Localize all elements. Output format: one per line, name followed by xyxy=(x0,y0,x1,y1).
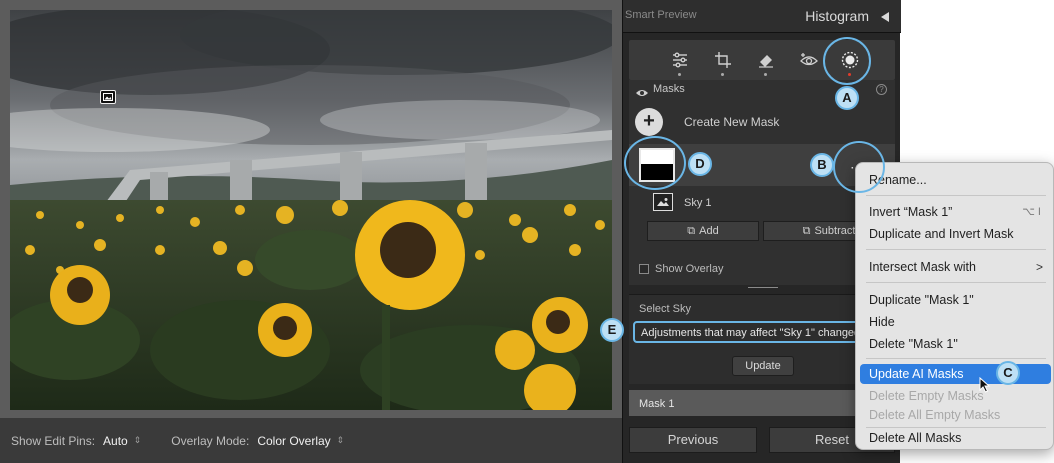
crop-icon[interactable] xyxy=(713,50,733,70)
menu-item-hide[interactable]: Hide xyxy=(856,312,1054,332)
collapse-triangle-icon[interactable] xyxy=(881,12,889,22)
show-overlay-label: Show Overlay xyxy=(655,263,724,275)
menu-item-label: Intersect Mask with xyxy=(869,260,976,274)
edit-sliders-icon[interactable] xyxy=(670,50,690,70)
menu-item-label: Duplicate and Invert Mask xyxy=(869,227,1014,241)
callout-badge-d: D xyxy=(688,152,712,176)
show-overlay-checkbox[interactable] xyxy=(639,264,649,274)
healing-eraser-icon[interactable] xyxy=(756,50,776,70)
chevron-right-icon: > xyxy=(1035,260,1043,274)
callout-badge-e: E xyxy=(600,318,624,342)
red-eye-icon[interactable] xyxy=(799,50,819,70)
update-button[interactable]: Update xyxy=(732,356,794,376)
callout-badge-b: B xyxy=(810,153,834,177)
photo-preview[interactable] xyxy=(10,10,612,410)
smart-preview-label: Smart Preview xyxy=(625,9,697,21)
add-button[interactable]: ⧉ Add xyxy=(647,221,759,241)
menu-item-delete-all-empty-masks[interactable]: Delete All Empty Masks xyxy=(856,405,1054,425)
updown-arrows-icon[interactable]: ⇕ xyxy=(134,435,142,446)
edit-pin-icon[interactable] xyxy=(100,90,116,104)
previous-button[interactable]: Previous xyxy=(629,427,757,453)
menu-item-label: Delete "Mask 1" xyxy=(869,337,958,351)
show-edit-pins-dropdown[interactable]: Auto xyxy=(103,434,128,448)
mask-context-menu: Rename... Invert “Mask 1” ⌥ I Duplicate a… xyxy=(855,162,1054,450)
screenshot-root: Show Edit Pins: Auto ⇕ Overlay Mode: Col… xyxy=(0,0,1054,463)
overlay-mode-dropdown[interactable]: Color Overlay xyxy=(257,434,330,448)
sky-component-icon xyxy=(653,193,673,211)
masks-title: Masks xyxy=(653,83,685,95)
histogram-title[interactable]: Histogram xyxy=(805,8,869,24)
select-sky-title: Select Sky xyxy=(639,303,691,315)
menu-item-rename[interactable]: Rename... xyxy=(856,170,1054,190)
menu-separator xyxy=(866,249,1046,250)
subtract-label: Subtract xyxy=(814,225,856,237)
histogram-header: Smart Preview Histogram xyxy=(623,0,901,33)
adjustments-changed-notice: Adjustments that may affect "Sky 1" chan… xyxy=(633,321,859,343)
menu-item-label: Update AI Masks xyxy=(869,367,964,381)
menu-item-label: Duplicate "Mask 1" xyxy=(869,293,974,307)
create-new-mask-row[interactable]: + Create New Mask xyxy=(629,106,895,138)
updown-arrows-icon[interactable]: ⇕ xyxy=(337,435,345,446)
add-label: Add xyxy=(699,225,719,237)
menu-item-label: Invert “Mask 1” xyxy=(869,205,953,219)
menu-item-intersect-mask[interactable]: Intersect Mask with > xyxy=(856,257,1054,277)
menu-separator xyxy=(866,195,1046,196)
show-edit-pins-label: Show Edit Pins: xyxy=(11,433,96,448)
add-icon: ⧉ xyxy=(687,224,696,237)
help-icon[interactable]: ? xyxy=(876,84,887,95)
callout-ring-a xyxy=(823,37,871,85)
plus-icon[interactable]: + xyxy=(635,108,663,136)
canvas-footer-toolbar: Show Edit Pins: Auto ⇕ Overlay Mode: Col… xyxy=(0,418,622,463)
menu-item-delete-all-masks[interactable]: Delete All Masks xyxy=(856,428,1054,448)
menu-separator xyxy=(866,358,1046,359)
menu-item-duplicate-and-invert[interactable]: Duplicate and Invert Mask xyxy=(856,224,1054,244)
photo-canvas xyxy=(0,0,622,418)
menu-item-label: Delete All Masks xyxy=(869,431,962,445)
eye-icon[interactable] xyxy=(635,85,649,103)
callout-badge-c: C xyxy=(996,361,1020,385)
menu-item-duplicate[interactable]: Duplicate "Mask 1" xyxy=(856,290,1054,310)
mask1-section-label: Mask 1 xyxy=(639,398,675,410)
menu-item-delete-empty-masks[interactable]: Delete Empty Masks xyxy=(856,386,1054,406)
subtract-icon: ⧉ xyxy=(802,224,811,237)
menu-item-invert[interactable]: Invert “Mask 1” ⌥ I xyxy=(856,202,1054,222)
menu-item-label: Delete All Empty Masks xyxy=(869,408,1001,422)
sunflower-landscape-image xyxy=(10,10,612,410)
menu-item-update-ai-masks[interactable]: Update AI Masks xyxy=(860,364,1051,384)
sky-component-label[interactable]: Sky 1 xyxy=(684,197,712,209)
menu-item-label: Delete Empty Masks xyxy=(869,389,984,403)
menu-item-delete[interactable]: Delete "Mask 1" xyxy=(856,334,1054,354)
overlay-mode-label: Overlay Mode: xyxy=(171,433,250,448)
callout-badge-a: A xyxy=(835,86,859,110)
create-new-mask-label[interactable]: Create New Mask xyxy=(684,115,779,129)
section-divider xyxy=(748,287,778,288)
mouse-cursor-icon xyxy=(979,376,991,398)
callout-ring-d xyxy=(624,136,686,190)
menu-item-label: Hide xyxy=(869,315,895,329)
menu-separator xyxy=(866,282,1046,283)
callout-ring-b xyxy=(833,141,885,193)
menu-item-shortcut: ⌥ I xyxy=(1022,206,1041,218)
